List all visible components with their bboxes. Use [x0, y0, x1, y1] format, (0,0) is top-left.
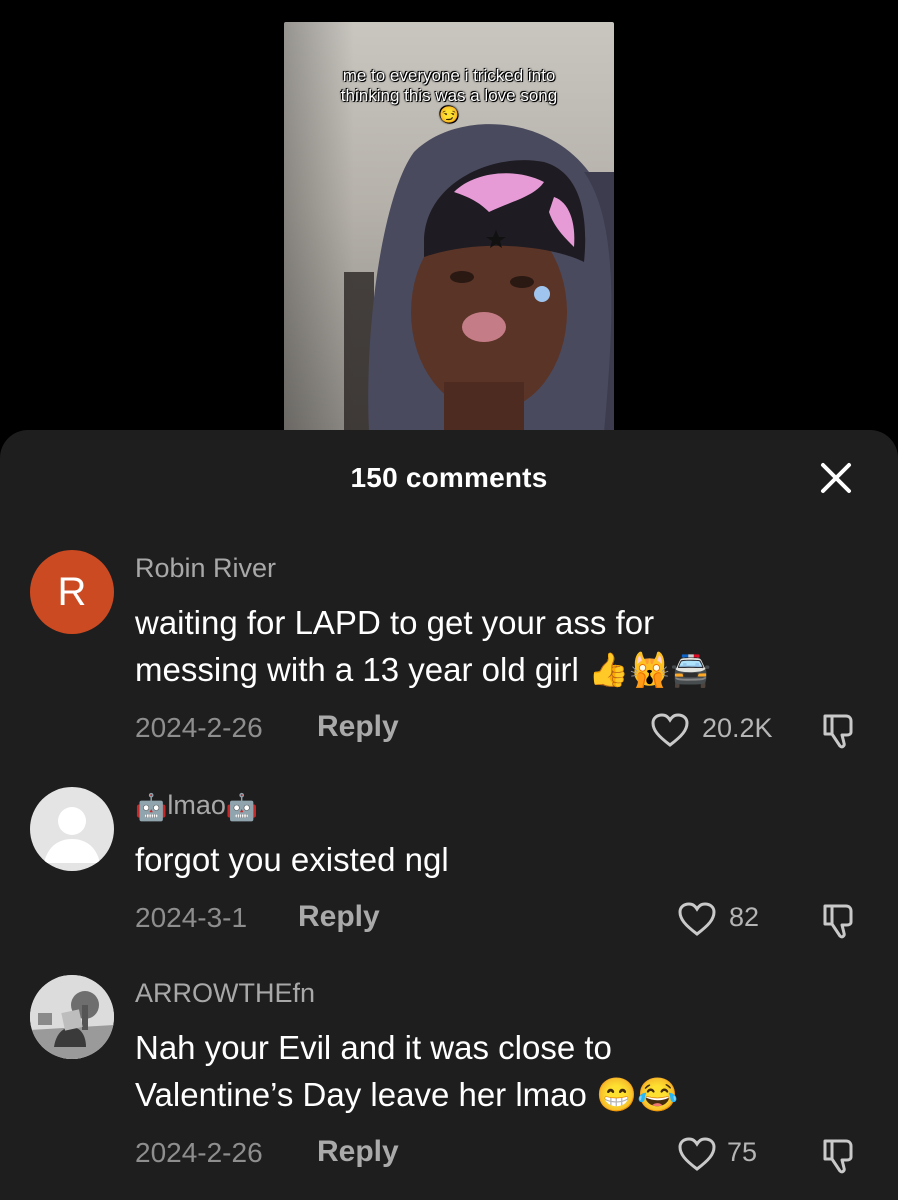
comment-date: 2024-2-26 — [135, 1137, 263, 1168]
reply-button[interactable]: Reply — [317, 1135, 399, 1169]
comments-sheet: 150 comments R Robin River waiting for L… — [0, 430, 898, 1200]
default-avatar-icon — [44, 807, 100, 863]
comment-text: waiting for LAPD to get your ass for mes… — [135, 599, 835, 693]
user-photo-icon — [30, 975, 114, 1059]
robot-emoji-icon: 🤖 — [225, 792, 259, 822]
comment-text-line: waiting for LAPD to get your ass for — [135, 604, 655, 641]
heart-icon[interactable] — [650, 712, 690, 748]
heart-icon[interactable] — [677, 901, 717, 937]
comment-username[interactable]: Robin River — [135, 553, 276, 584]
avatar-letter: R — [57, 569, 87, 614]
close-icon — [821, 463, 851, 493]
like-count: 82 — [729, 902, 760, 932]
video-caption-emoji: 😏 — [439, 107, 459, 124]
comment-username-text: lmao — [167, 790, 226, 820]
like-count: 75 — [727, 1137, 758, 1167]
dislike-icon[interactable] — [820, 900, 860, 940]
avatar[interactable] — [30, 787, 114, 871]
comment-text: forgot you existed ngl — [135, 836, 835, 883]
close-button[interactable] — [816, 458, 856, 498]
comment-username[interactable]: ARROWTHEfn — [135, 978, 315, 1009]
reply-button[interactable]: Reply — [298, 900, 380, 934]
video-caption: me to everyone i tricked into thinking t… — [284, 66, 614, 126]
comment-text-line: Nah your Evil and it was close to — [135, 1029, 612, 1066]
video-caption-line1: me to everyone i tricked into — [342, 66, 556, 85]
video-preview[interactable]: me to everyone i tricked into thinking t… — [284, 22, 614, 432]
comment-text-line: messing with a 13 year old girl 👍🙀🚔 — [135, 651, 712, 688]
avatar[interactable]: R — [30, 550, 114, 634]
dislike-icon[interactable] — [820, 710, 860, 750]
video-caption-line2: thinking this was a love song — [340, 86, 558, 105]
comment-date: 2024-2-26 — [135, 712, 263, 743]
comment-text-line: Valentine’s Day leave her lmao 😁😂 — [135, 1076, 679, 1113]
comment-text-line: forgot you existed ngl — [135, 841, 449, 878]
comment-text: Nah your Evil and it was close to Valent… — [135, 1024, 835, 1118]
reply-button[interactable]: Reply — [317, 710, 399, 744]
dislike-icon[interactable] — [820, 1135, 860, 1175]
avatar[interactable] — [30, 975, 114, 1059]
comment-date: 2024-3-1 — [135, 902, 248, 933]
like-count: 20.2K — [702, 713, 773, 743]
robot-emoji-icon: 🤖 — [135, 792, 168, 822]
heart-icon[interactable] — [677, 1136, 717, 1172]
comments-count-title: 150 comments — [350, 462, 548, 493]
comment-username[interactable]: 🤖lmao🤖 — [135, 790, 258, 823]
